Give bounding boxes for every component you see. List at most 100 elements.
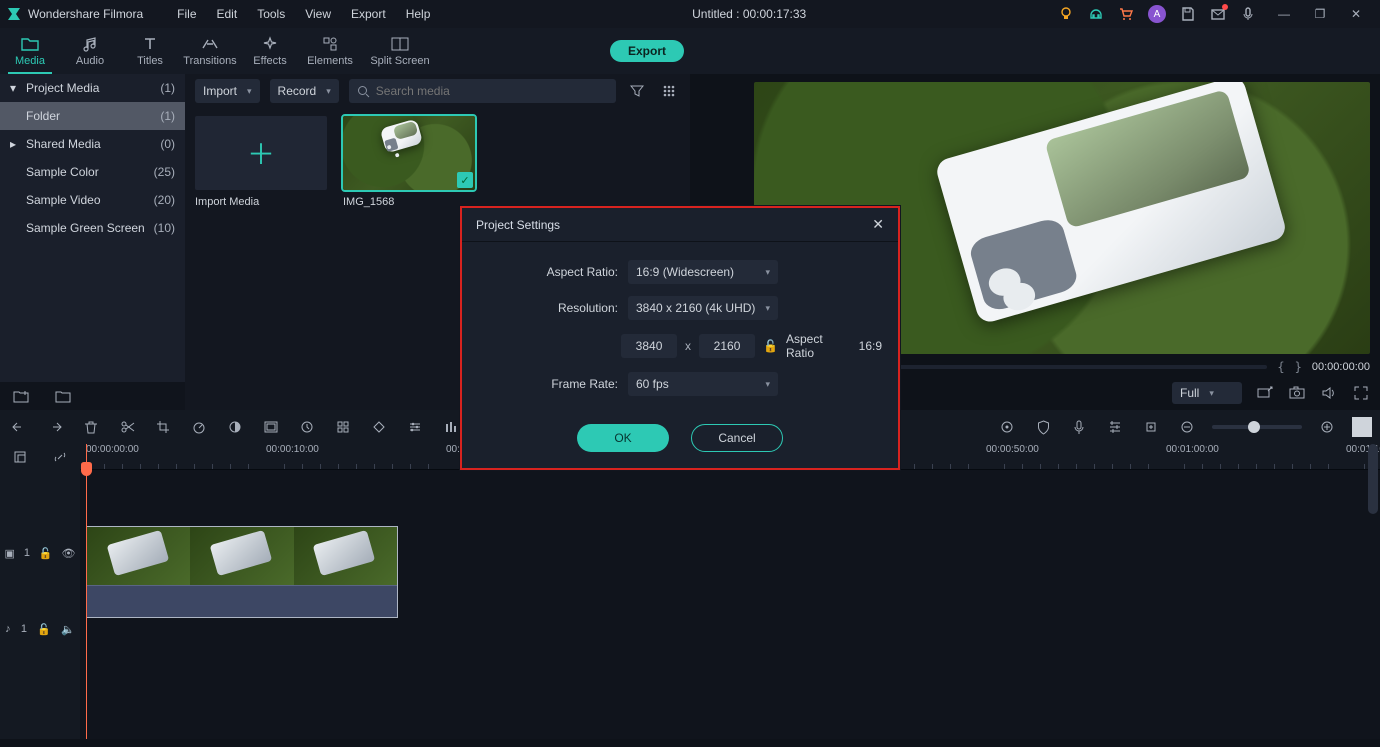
timeline-clip[interactable]: ▸IMG_1568 [86,526,398,618]
sidebar-item-sample-green-screen[interactable]: Sample Green Screen (10) [0,214,185,242]
menu-tools[interactable]: Tools [247,3,295,25]
preview-quality-dropdown[interactable]: Full▾ [1172,382,1242,404]
marker-add-icon[interactable] [1140,416,1162,438]
color-icon[interactable] [224,416,246,438]
redo-icon[interactable] [44,416,66,438]
cart-icon[interactable] [1118,6,1134,22]
tab-titles[interactable]: Titles [120,28,180,74]
adjust-icon[interactable] [404,416,426,438]
delete-icon[interactable] [80,416,102,438]
auto-ripple-icon[interactable] [996,416,1018,438]
media-thumb[interactable]: ✓ [343,116,475,190]
export-button[interactable]: Export [610,40,684,62]
import-dropdown[interactable]: Import▾ [195,79,260,103]
import-label: Import [203,84,237,98]
menu-help[interactable]: Help [396,3,441,25]
tab-transitions[interactable]: Transitions [180,28,240,74]
headset-icon[interactable] [1088,6,1104,22]
sidebar-item-folder[interactable]: Folder (1) [0,102,185,130]
menu-view[interactable]: View [295,3,341,25]
detach-preview-icon[interactable] [1256,382,1274,404]
framerate-select[interactable]: 60 fps▾ [628,372,778,396]
record-dropdown[interactable]: Record▾ [270,79,339,103]
menu-edit[interactable]: Edit [207,3,248,25]
lock-icon[interactable]: 🔓 [39,547,53,560]
volume-icon[interactable] [1320,382,1338,404]
tab-elements[interactable]: Elements [300,28,360,74]
crop-icon[interactable] [152,416,174,438]
sidebar-item-project-media[interactable]: ▾Project Media (1) [0,74,185,102]
import-media-thumb[interactable]: ＋ [195,116,327,190]
new-folder-plus-icon[interactable] [10,385,32,407]
sidebar-item-count: (1) [160,109,175,123]
scissors-icon[interactable] [116,416,138,438]
audiomix-icon[interactable] [440,416,462,438]
tab-splitscreen[interactable]: Split Screen [360,28,440,74]
link-icon[interactable] [9,446,31,468]
resolution-select[interactable]: 3840 x 2160 (4k UHD)▾ [628,296,778,320]
resolution-width-input[interactable] [621,334,677,358]
cancel-button[interactable]: Cancel [691,424,783,452]
timeline-body[interactable]: 00:00:00:0000:00:10:0000:00:20:0000:00:3… [80,444,1380,739]
new-folder-icon[interactable] [52,385,74,407]
zoom-out-icon[interactable] [1176,416,1198,438]
render-icon[interactable] [332,416,354,438]
bracket-out-icon[interactable]: } [1295,360,1302,374]
ok-button[interactable]: OK [577,424,669,452]
menu-file[interactable]: File [167,3,206,25]
audio-track-header[interactable]: ♪ 1 🔓 🔈 [0,616,80,642]
timeline-vertical-scrollbar[interactable] [1368,444,1378,514]
media-item-img-1568[interactable]: ✓ IMG_1568 [343,116,475,208]
search-media[interactable] [349,79,616,103]
resolution-height-input[interactable] [699,334,755,358]
sidebar-item-count: (1) [160,81,175,95]
keyframe-icon[interactable] [368,416,390,438]
shield-icon[interactable] [1032,416,1054,438]
media-item-label: IMG_1568 [343,196,475,208]
video-track-header[interactable]: ▣ 1 🔓 👁 [0,540,80,566]
mute-icon[interactable]: 🔈 [61,623,75,636]
zoom-in-icon[interactable] [1316,416,1338,438]
grid-view-icon[interactable] [658,80,680,102]
lock-aspect-icon[interactable]: 🔓 [763,339,778,353]
zoom-slider[interactable] [1212,425,1302,429]
speedramp-icon[interactable] [296,416,318,438]
search-input[interactable] [376,84,608,98]
audio-track-icon: ♪ [5,623,11,635]
bracket-in-icon[interactable]: { [1277,360,1284,374]
properties-icon[interactable] [1104,416,1126,438]
envelope-notif-icon[interactable] [1210,6,1226,22]
greenscreen-icon[interactable] [260,416,282,438]
tab-media[interactable]: Media [0,28,60,74]
idea-icon[interactable] [1058,6,1074,22]
window-close-button[interactable]: ✕ [1338,0,1374,28]
close-icon[interactable]: ✕ [872,216,884,233]
speed-icon[interactable] [188,416,210,438]
main-menu: File Edit Tools View Export Help [167,3,440,25]
window-maximize-button[interactable]: ❐ [1302,0,1338,28]
sidebar-item-shared-media[interactable]: ▸Shared Media (0) [0,130,185,158]
chevron-down-icon: ▾ [326,86,331,97]
voiceover-icon[interactable] [1068,416,1090,438]
tab-effects[interactable]: Effects [240,28,300,74]
unlink-icon[interactable] [49,446,71,468]
save-icon[interactable] [1180,6,1196,22]
tab-audio[interactable]: Audio [60,28,120,74]
mic-icon[interactable] [1240,6,1256,22]
zoom-knob[interactable] [1248,421,1260,433]
menu-export[interactable]: Export [341,3,396,25]
playhead[interactable] [86,444,87,739]
sidebar-item-sample-video[interactable]: Sample Video (20) [0,186,185,214]
import-media-tile[interactable]: ＋ Import Media [195,116,327,208]
eye-icon[interactable]: 👁 [62,547,76,560]
fullscreen-icon[interactable] [1352,382,1370,404]
aspect-ratio-select[interactable]: 16:9 (Widescreen)▾ [628,260,778,284]
lock-icon[interactable]: 🔓 [37,623,51,636]
snapshot-icon[interactable] [1288,382,1306,404]
undo-icon[interactable] [8,416,30,438]
zoom-fit-button[interactable] [1352,417,1372,437]
avatar[interactable]: A [1148,5,1166,23]
window-minimize-button[interactable]: — [1266,0,1302,28]
sidebar-item-sample-color[interactable]: Sample Color (25) [0,158,185,186]
filter-icon[interactable] [626,80,648,102]
